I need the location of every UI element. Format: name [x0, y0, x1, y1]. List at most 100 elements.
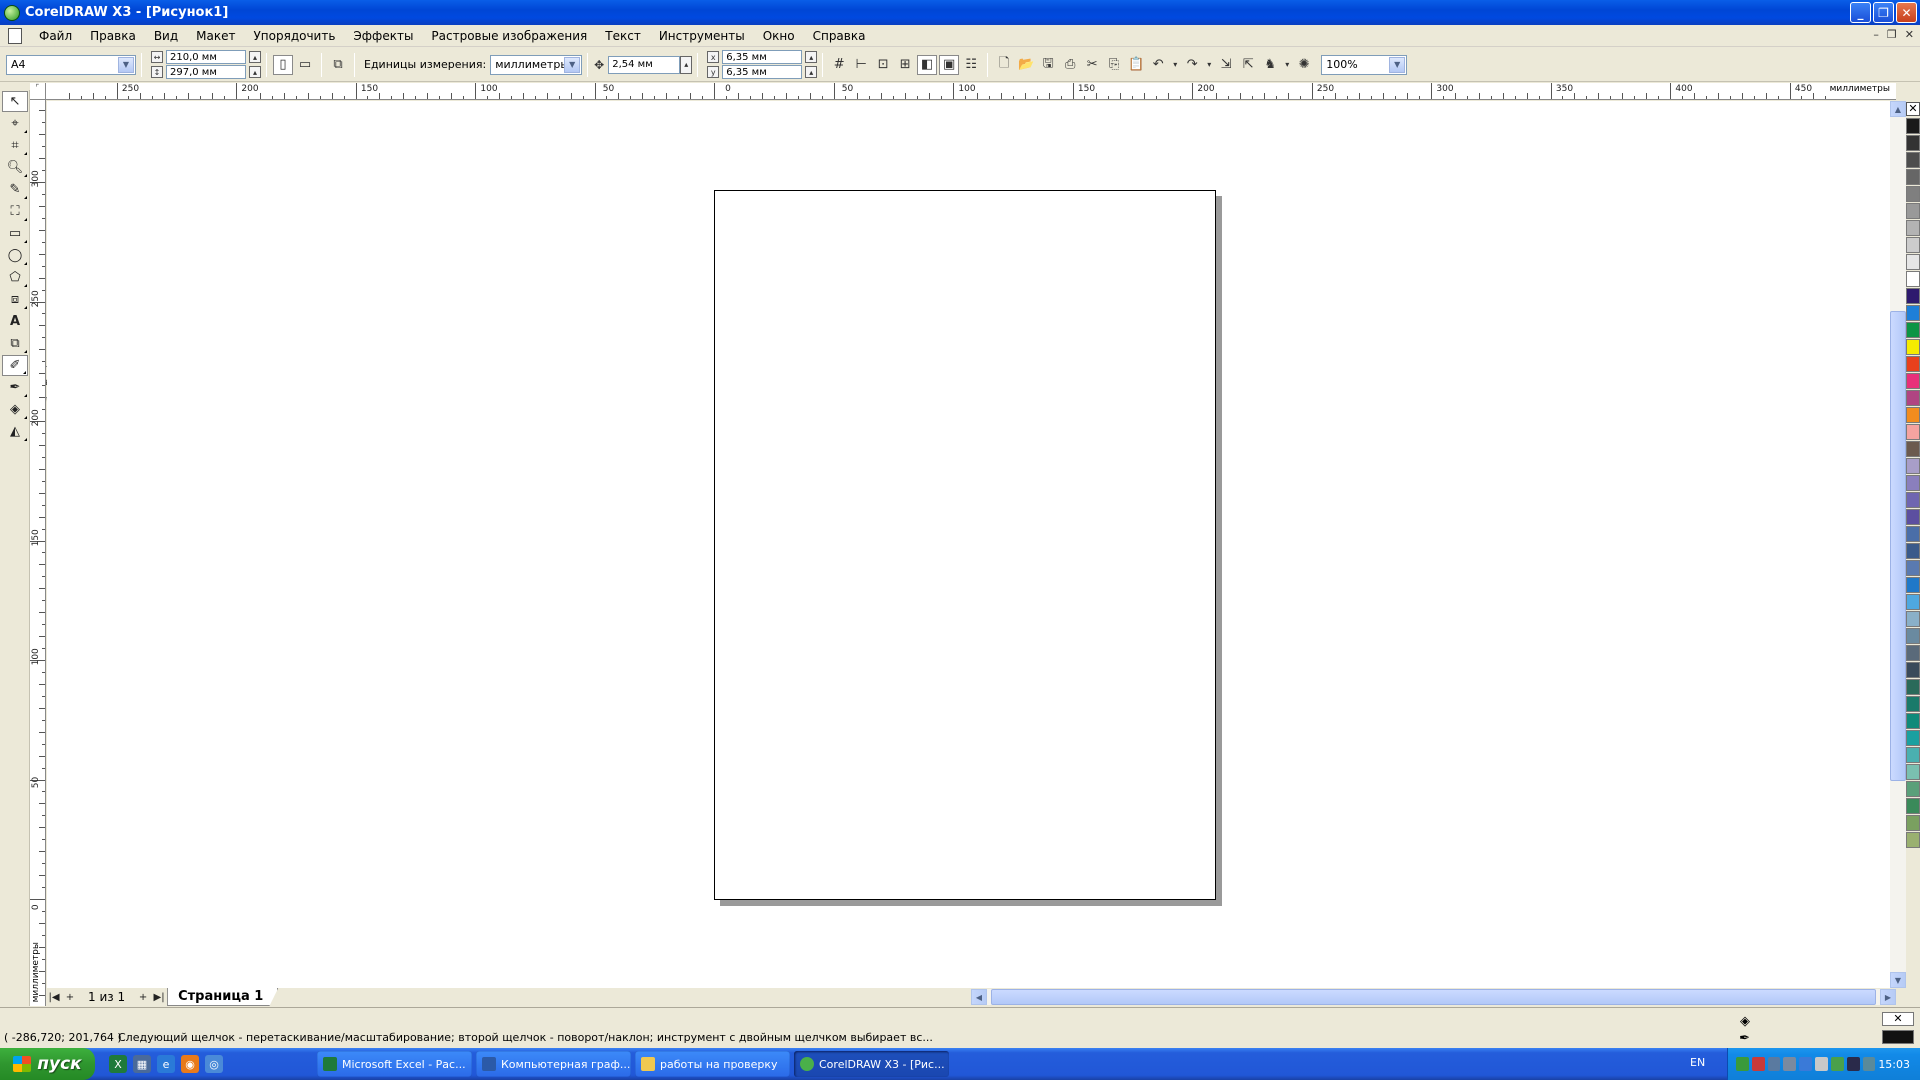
tray-app-icon[interactable]: [1736, 1057, 1749, 1071]
scroll-up-icon[interactable]: ▲: [1890, 101, 1906, 117]
outline-tool-icon[interactable]: ✒: [2, 377, 28, 398]
print-icon[interactable]: ⎙: [1060, 55, 1080, 75]
palette-swatch[interactable]: [1906, 628, 1920, 644]
vertical-ruler[interactable]: миллиметры 300 250 200 150 100 50 0: [30, 100, 46, 1006]
volume-icon[interactable]: [1862, 1057, 1876, 1071]
task-coreldraw[interactable]: CorelDRAW X3 - [Рис...: [794, 1051, 949, 1077]
palette-swatch[interactable]: [1906, 390, 1920, 406]
palette-swatch[interactable]: [1906, 832, 1920, 848]
duplicate-x-field[interactable]: 6,35 мм: [722, 50, 803, 64]
portrait-icon[interactable]: ▯: [273, 54, 293, 75]
shape-tool-icon[interactable]: ⌖: [2, 113, 28, 134]
launcher-dropdown-icon[interactable]: ▾: [1282, 55, 1292, 75]
palette-swatch[interactable]: [1906, 186, 1920, 202]
palette-swatch[interactable]: [1906, 679, 1920, 695]
palette-swatch[interactable]: [1906, 713, 1920, 729]
new-document-icon[interactable]: 🗋: [994, 55, 1014, 75]
outline-pen-icon[interactable]: ✒: [1739, 1031, 1750, 1046]
smart-fill-tool-icon[interactable]: ⛶: [2, 201, 28, 222]
palette-swatch[interactable]: [1906, 543, 1920, 559]
horizontal-scrollbar[interactable]: ◀ ▶: [971, 989, 1896, 1005]
open-icon[interactable]: 📂: [1016, 55, 1036, 75]
menu-bitmaps[interactable]: Растровые изображения: [422, 29, 596, 43]
redo-dropdown-icon[interactable]: ▾: [1204, 55, 1214, 75]
menu-help[interactable]: Справка: [804, 29, 875, 43]
palette-swatch[interactable]: [1906, 509, 1920, 525]
add-page-before-icon[interactable]: +: [62, 989, 78, 1005]
tray-app-icon[interactable]: [1815, 1057, 1828, 1071]
spinner-icon[interactable]: ▴: [805, 51, 818, 63]
excel-quicklaunch-icon[interactable]: X: [109, 1055, 127, 1073]
fill-color-swatch[interactable]: ✕: [1882, 1012, 1914, 1026]
palette-swatch[interactable]: [1906, 798, 1920, 814]
spinner-icon[interactable]: ▴: [805, 66, 818, 78]
last-page-icon[interactable]: ▶|: [151, 989, 167, 1005]
start-button[interactable]: пуск: [0, 1048, 95, 1080]
eyedropper-tool-icon[interactable]: ✐: [2, 355, 28, 376]
doc-close-button[interactable]: ✕: [1905, 28, 1914, 41]
polygon-tool-icon[interactable]: ⬠: [2, 267, 28, 288]
tray-app-icon[interactable]: [1799, 1057, 1813, 1071]
palette-swatch[interactable]: [1906, 781, 1920, 797]
text-tool-icon[interactable]: A: [2, 311, 28, 332]
palette-swatch[interactable]: [1906, 271, 1920, 287]
palette-swatch[interactable]: [1906, 815, 1920, 831]
palette-swatch[interactable]: [1906, 492, 1920, 508]
palette-swatch[interactable]: [1906, 356, 1920, 372]
menu-effects[interactable]: Эффекты: [344, 29, 422, 43]
palette-swatch[interactable]: [1906, 373, 1920, 389]
task-word[interactable]: Компьютерная граф...: [476, 1051, 631, 1077]
crop-tool-icon[interactable]: ⌗: [2, 135, 28, 156]
zoom-tool-icon[interactable]: 🔍︎: [2, 157, 28, 178]
menu-view[interactable]: Вид: [145, 29, 187, 43]
ie-quicklaunch-icon[interactable]: e: [157, 1055, 175, 1073]
palette-swatch[interactable]: [1906, 764, 1920, 780]
minimize-button[interactable]: _: [1850, 2, 1871, 23]
tray-app-icon[interactable]: [1846, 1057, 1860, 1071]
tray-app-icon[interactable]: [1830, 1057, 1844, 1071]
application-launcher-icon[interactable]: ♞: [1260, 55, 1280, 75]
menu-window[interactable]: Окно: [754, 29, 804, 43]
vertical-scroll-thumb[interactable]: [1890, 311, 1906, 781]
rectangle-tool-icon[interactable]: ▭: [2, 223, 28, 244]
paper-size-select[interactable]: A4 ▼: [6, 54, 136, 75]
palette-swatch[interactable]: [1906, 305, 1920, 321]
menu-edit[interactable]: Правка: [81, 29, 145, 43]
save-icon[interactable]: 🖫: [1038, 55, 1058, 75]
palette-swatch[interactable]: [1906, 747, 1920, 763]
menu-text[interactable]: Текст: [596, 29, 650, 43]
palette-swatch[interactable]: [1906, 203, 1920, 219]
browser-quicklaunch-icon[interactable]: ◎: [205, 1055, 223, 1073]
paste-icon[interactable]: 📋: [1126, 55, 1146, 75]
spinner-icon[interactable]: ▴: [249, 51, 261, 63]
palette-swatch[interactable]: [1906, 730, 1920, 746]
vertical-scrollbar[interactable]: ▲ ▼: [1890, 101, 1906, 988]
snap-objects-icon[interactable]: ⊡: [873, 55, 893, 75]
palette-swatch[interactable]: [1906, 645, 1920, 661]
add-page-after-icon[interactable]: +: [135, 989, 151, 1005]
scroll-down-icon[interactable]: ▼: [1890, 972, 1906, 988]
dynamic-guides-icon[interactable]: ⊞: [895, 55, 915, 75]
undo-icon[interactable]: ↶: [1148, 55, 1168, 75]
palette-swatch[interactable]: [1906, 339, 1920, 355]
palette-swatch[interactable]: [1906, 662, 1920, 678]
chevron-down-icon[interactable]: ▼: [1389, 56, 1406, 73]
paper-width-field[interactable]: 210,0 мм: [166, 50, 246, 64]
palette-swatch[interactable]: [1906, 458, 1920, 474]
palette-swatch[interactable]: [1906, 526, 1920, 542]
menu-file[interactable]: Файл: [30, 29, 81, 43]
horizontal-ruler[interactable]: миллиметры 250 200 150 100 50 0 50 100 150 200 250…: [46, 83, 1896, 100]
welcome-screen-icon[interactable]: ✺: [1294, 55, 1314, 75]
first-page-icon[interactable]: |◀: [46, 989, 62, 1005]
menu-layout[interactable]: Макет: [187, 29, 244, 43]
palette-swatch[interactable]: [1906, 696, 1920, 712]
palette-swatch[interactable]: [1906, 611, 1920, 627]
spinner-icon[interactable]: ▴: [680, 55, 693, 74]
tray-app-icon[interactable]: [1783, 1057, 1797, 1071]
horizontal-scroll-thumb[interactable]: [991, 989, 1876, 1005]
cut-icon[interactable]: ✂: [1082, 55, 1102, 75]
scroll-right-icon[interactable]: ▶: [1880, 989, 1896, 1005]
landscape-icon[interactable]: ▭: [295, 55, 315, 75]
units-select[interactable]: миллиметры ▼: [490, 54, 583, 75]
duplicate-y-field[interactable]: 6,35 мм: [722, 65, 803, 79]
